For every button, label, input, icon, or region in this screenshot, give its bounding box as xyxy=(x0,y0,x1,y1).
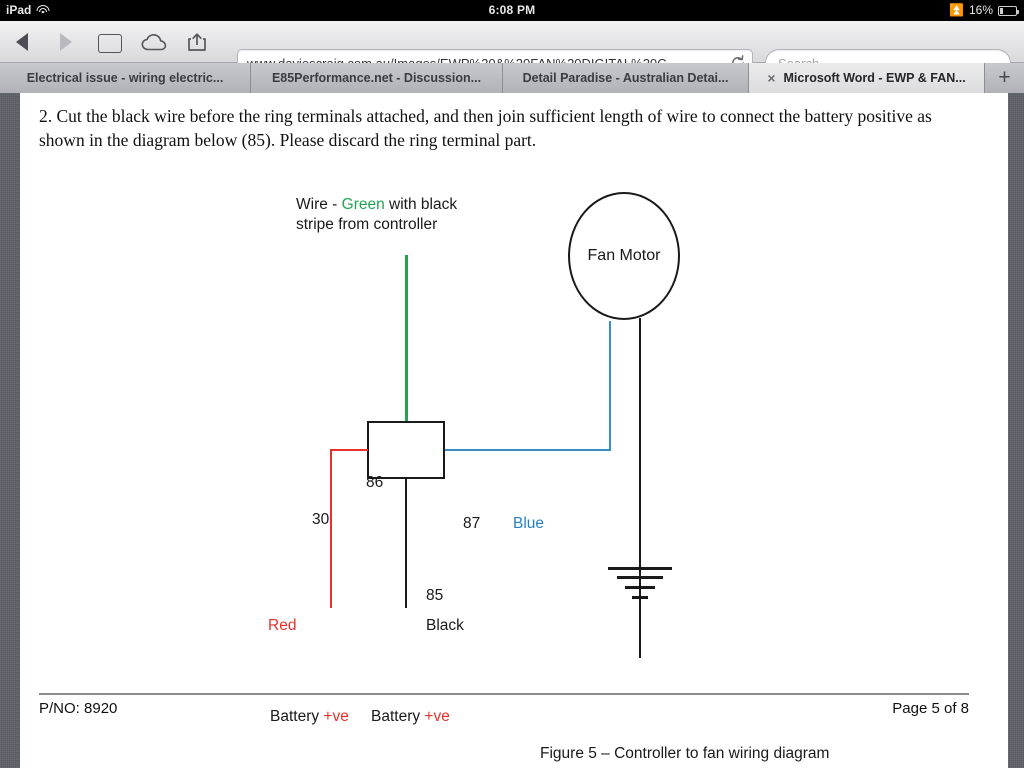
fan-motor-label: Fan Motor xyxy=(587,247,661,264)
green-wire xyxy=(405,255,408,423)
battery-right-polarity: +ve xyxy=(424,708,450,725)
icloud-tabs-button[interactable] xyxy=(132,21,176,63)
battery-icon xyxy=(998,5,1019,16)
blue-wire-label: Blue xyxy=(513,515,545,532)
fan-ground-wire xyxy=(639,318,642,658)
battery-right-label: Battery +ve xyxy=(371,708,450,725)
blue-wire-horizontal xyxy=(445,449,611,452)
browser-chrome: www.daviescraig.com.au/Images/EWP%20&%20… xyxy=(0,21,1024,77)
battery-left-polarity: +ve xyxy=(323,708,349,725)
bookmarks-book-icon xyxy=(98,33,122,53)
tab-label: Microsoft Word - EWP & FAN... xyxy=(783,71,966,85)
tab-label: Electrical issue - wiring electric... xyxy=(26,71,224,85)
share-icon xyxy=(187,32,209,52)
red-wire-label: Red xyxy=(268,617,297,634)
wire-note-green-word: Green xyxy=(341,196,385,213)
status-bar-clock: 6:08 PM xyxy=(488,3,536,17)
red-wire-horizontal xyxy=(330,449,368,452)
tab-detail-paradise[interactable]: Detail Paradise - Australian Detai... xyxy=(503,63,749,93)
cloud-icon xyxy=(141,33,167,51)
battery-percent-label: 16% xyxy=(968,3,993,17)
terminal-85-label: 85 xyxy=(426,587,444,604)
ipad-safari-window: iPad 6:08 PM ⏫ 16% Search Electrical iss… xyxy=(0,0,1024,768)
figure-caption: Figure 5 – Controller to fan wiring diag… xyxy=(540,745,830,762)
black-wire-85 xyxy=(405,479,408,608)
red-wire-vertical xyxy=(330,449,333,608)
fan-motor-node: Fan Motor xyxy=(568,192,680,320)
tab-e85performance[interactable]: E85Performance.net - Discussion... xyxy=(251,63,503,93)
wiring-diagram: Wire - Green with black stripe from cont… xyxy=(20,93,1008,768)
blue-wire-vertical xyxy=(609,321,612,451)
back-button[interactable] xyxy=(0,21,44,63)
terminal-30-label: 30 xyxy=(312,511,330,528)
wire-note-line1: Wire - Green with black xyxy=(296,196,458,213)
footer-divider xyxy=(39,693,969,695)
ground-bar-3 xyxy=(625,586,655,589)
forward-arrow-icon xyxy=(60,33,72,51)
back-arrow-icon xyxy=(16,33,28,51)
status-bar-right: ⏫ 16% xyxy=(949,0,1019,21)
black-wire-label: Black xyxy=(426,617,464,634)
tab-electrical-issue[interactable]: Electrical issue - wiring electric... xyxy=(0,63,251,93)
relay-box xyxy=(367,421,445,479)
new-tab-button[interactable]: + xyxy=(985,63,1024,93)
ground-bar-4 xyxy=(632,596,648,599)
terminal-87-label: 87 xyxy=(463,515,481,532)
page-viewport: 2. Cut the black wire before the ring te… xyxy=(0,93,1024,768)
document-page: 2. Cut the black wire before the ring te… xyxy=(20,93,1008,768)
share-button[interactable] xyxy=(176,21,220,63)
tab-bar: Electrical issue - wiring electric... E8… xyxy=(0,63,1024,93)
tab-microsoft-word-ewp-fan[interactable]: × Microsoft Word - EWP & FAN... xyxy=(749,63,985,93)
close-icon[interactable]: × xyxy=(767,71,775,85)
status-bar: iPad 6:08 PM ⏫ 16% xyxy=(0,0,1024,21)
terminal-86-label: 86 xyxy=(366,474,384,491)
wire-note-line2: stripe from controller xyxy=(296,216,438,233)
bluetooth-icon: ⏫ xyxy=(949,3,964,17)
tab-label: Detail Paradise - Australian Detai... xyxy=(522,71,729,85)
ground-bar-1 xyxy=(608,567,672,570)
tab-label: E85Performance.net - Discussion... xyxy=(271,71,482,85)
footer-page-number: Page 5 of 8 xyxy=(892,700,969,717)
ground-bar-2 xyxy=(617,576,663,579)
forward-button[interactable] xyxy=(44,21,88,63)
footer-part-number: P/NO: 8920 xyxy=(39,700,118,717)
bookmarks-button[interactable] xyxy=(88,21,132,63)
battery-left-label: Battery +ve xyxy=(270,708,349,725)
